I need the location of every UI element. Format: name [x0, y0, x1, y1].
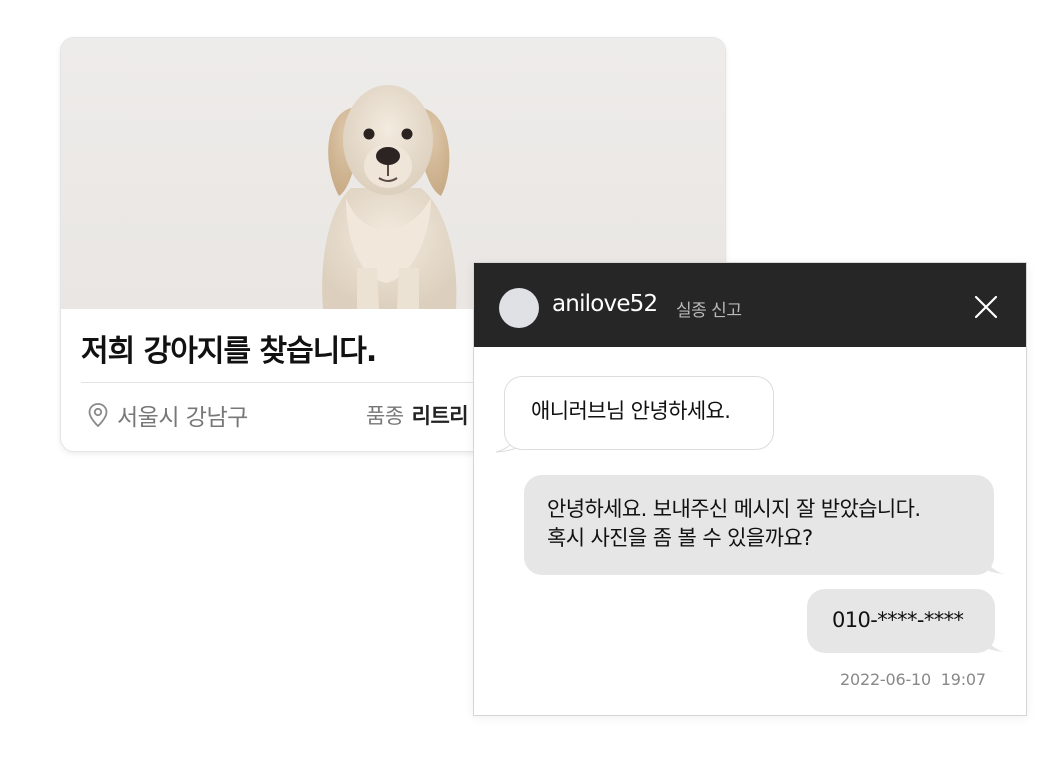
incoming-message: 애니러브님 안녕하세요.	[504, 376, 774, 450]
chat-header: anilove52 실종 신고	[474, 263, 1026, 347]
post-title: 저희 강아지를 찾습니다.	[81, 334, 377, 369]
message-text-line: 혹시 사진을 좀 볼 수 있을까요?	[547, 526, 813, 550]
message-text: 010-****-****	[832, 608, 964, 632]
avatar[interactable]	[499, 288, 539, 328]
message-text: 애니러브님 안녕하세요.	[531, 399, 731, 423]
chat-username: anilove52	[552, 291, 658, 317]
outgoing-message: 안녕하세요. 보내주신 메시지 잘 받았습니다. 혹시 사진을 좀 볼 수 있을…	[524, 475, 994, 575]
breed-label: 품종	[366, 404, 404, 428]
message-timestamp: 2022-06-10 19:07	[840, 670, 986, 689]
location-text: 서울시 강남구	[117, 405, 248, 431]
outgoing-message: 010-****-****	[807, 589, 995, 653]
breed: 품종 리트리	[366, 400, 469, 430]
message-text-line: 안녕하세요. 보내주신 메시지 잘 받았습니다.	[547, 497, 921, 521]
chat-window: anilove52 실종 신고 애니러브님 안녕하세요. 안녕하세요. 보내주신…	[473, 262, 1027, 716]
close-icon[interactable]	[968, 289, 1004, 325]
breed-value: 리트리	[411, 404, 469, 428]
location: 서울시 강남구	[87, 398, 248, 432]
chat-subtitle: 실종 신고	[676, 301, 742, 321]
map-pin-icon	[88, 403, 108, 428]
